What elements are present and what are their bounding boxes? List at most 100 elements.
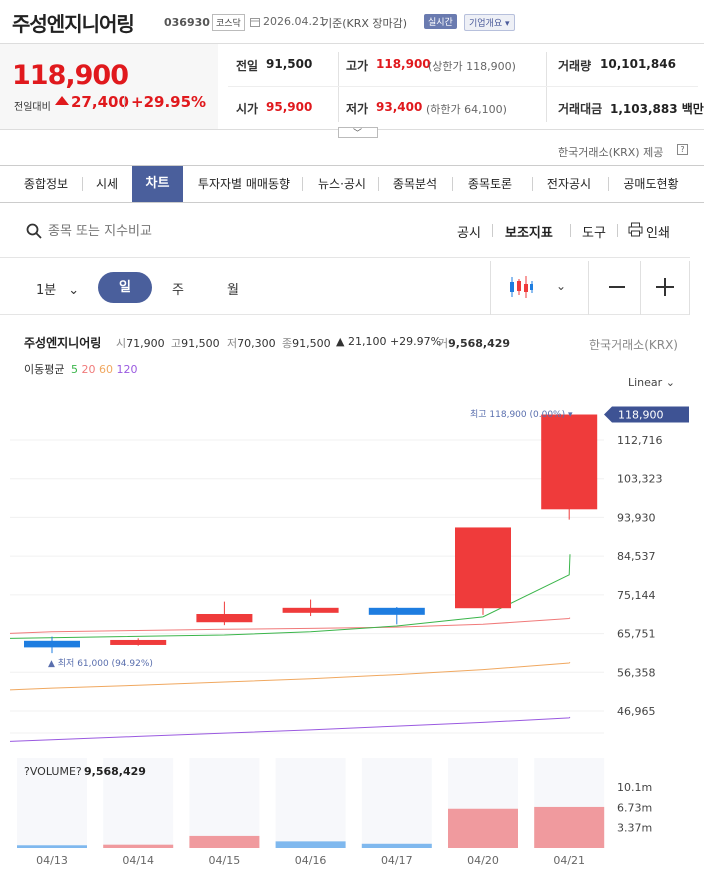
high-key: 고 xyxy=(171,337,182,350)
tab-analysis[interactable]: 종목분석 xyxy=(380,166,450,202)
amount-label: 거래대금 xyxy=(558,102,603,116)
price-chart[interactable]: 112,716 103,323 93,930 84,537 75,144 65,751 56… xyxy=(0,395,704,872)
tab-quotes[interactable]: 시세 xyxy=(84,166,130,202)
candle-body xyxy=(24,640,80,648)
chevron-down-icon: ﹀ xyxy=(353,129,363,139)
max-price-label: 최고 118,900 (0.00%) ▾ xyxy=(470,409,573,420)
tools-button[interactable]: 도구 xyxy=(582,222,606,241)
high-value: 118,900 xyxy=(376,57,431,71)
candle-body xyxy=(368,607,425,615)
divider xyxy=(546,52,547,122)
candle-body xyxy=(455,527,511,609)
interval-select[interactable]: 1분 ⌄ xyxy=(36,279,79,298)
min-price-label: ▲ 최저 61,000 (94.92%) xyxy=(48,658,153,669)
scale-select[interactable]: Linear ⌄ xyxy=(628,376,675,389)
divider xyxy=(124,96,125,109)
x-tick-label: 04/17 xyxy=(381,854,413,867)
market-badge: 코스닥 xyxy=(212,14,245,31)
divider xyxy=(82,177,83,191)
period-month[interactable]: 월 xyxy=(227,279,239,298)
open-value: 95,900 xyxy=(266,100,313,114)
candle-body xyxy=(196,613,253,623)
chevron-down-icon[interactable]: ⌄ xyxy=(556,279,566,293)
disclosure-button[interactable]: 공시 xyxy=(457,222,481,241)
chart-high: 91,500 xyxy=(181,337,220,350)
tab-investor-trend[interactable]: 투자자별 매매동향 xyxy=(188,166,300,202)
x-tick-label: 04/13 xyxy=(36,854,68,867)
y-tick-label: 56,358 xyxy=(617,666,656,679)
divider xyxy=(588,261,589,315)
volume-key: 거 xyxy=(438,337,449,350)
stock-name: 주성엔지니어링 xyxy=(12,12,135,36)
live-badge[interactable]: 실시간 xyxy=(424,14,457,29)
divider xyxy=(640,261,641,315)
x-tick-label: 04/16 xyxy=(295,854,327,867)
candle-body xyxy=(541,414,598,510)
x-tick-label: 04/14 xyxy=(122,854,154,867)
chart-low: 70,300 xyxy=(237,337,276,350)
divider xyxy=(617,224,618,237)
divider xyxy=(532,177,533,191)
y-tick-label: 84,537 xyxy=(617,550,656,563)
last-price-value: 118,900 xyxy=(618,409,664,422)
caret-down-icon: ▾ xyxy=(505,19,510,29)
ma-legend: 이동평균 5 20 60 120 xyxy=(24,361,137,377)
help-icon[interactable]: ? xyxy=(677,144,688,155)
y-tick-label: 112,716 xyxy=(617,434,663,447)
base-date: 2026.04.21 xyxy=(263,15,326,28)
ma-legend-title: 이동평균 xyxy=(24,363,65,376)
change-value: 27,400 xyxy=(71,93,129,111)
period-week[interactable]: 주 xyxy=(172,279,184,298)
volume-label: ?VOLUME? xyxy=(24,765,82,778)
volume-value: 10,101,846 xyxy=(600,57,676,71)
tab-news[interactable]: 뉴스·공시 xyxy=(306,166,378,202)
open-key: 시 xyxy=(116,337,127,350)
chart-change: ▲ 21,100 +29.97% xyxy=(336,335,442,348)
volume-tick-label: 3.37m xyxy=(617,822,652,835)
divider xyxy=(338,52,339,122)
candle-body xyxy=(110,639,167,645)
company-overview-button[interactable]: 기업개요 ▾ xyxy=(464,14,515,31)
low-value: 93,400 xyxy=(376,100,423,114)
volume-tick-label: 10.1m xyxy=(617,781,652,794)
tab-discussion[interactable]: 종목토론 xyxy=(456,166,524,202)
low-label: 저가 xyxy=(346,102,369,116)
chevron-down-icon: ⌄ xyxy=(665,376,675,389)
printer-icon xyxy=(628,222,643,237)
zoom-out-icon[interactable] xyxy=(609,286,625,288)
lower-limit: (하한가 64,100) xyxy=(426,103,507,116)
tab-summary[interactable]: 종합정보 xyxy=(12,166,80,202)
amount-value: 1,103,883 백만 xyxy=(610,102,704,116)
low-key: 저 xyxy=(227,337,238,350)
tab-disclosure[interactable]: 전자공시 xyxy=(534,166,604,202)
y-tick-label: 103,323 xyxy=(617,473,663,486)
change-label: 전일대비 xyxy=(14,102,51,113)
print-label: 인쇄 xyxy=(646,226,670,241)
chart-stock-name: 주성엔지니어링 xyxy=(24,336,102,350)
divider xyxy=(570,224,571,237)
volume-bg xyxy=(189,758,260,848)
y-tick-label: 93,930 xyxy=(617,511,656,524)
volume-bar xyxy=(361,843,432,848)
chevron-down-icon: ⌄ xyxy=(68,283,80,298)
ma120-line xyxy=(9,716,571,742)
x-tick-label: 04/20 xyxy=(467,854,499,867)
upper-limit: (상한가 118,900) xyxy=(428,60,516,73)
ma20-line xyxy=(9,617,571,634)
period-day[interactable]: 일 xyxy=(98,272,152,303)
volume-label: 거래량 xyxy=(558,59,592,73)
volume-value: 9,568,429 xyxy=(84,765,146,778)
tab-short-selling[interactable]: 공매도현황 xyxy=(612,166,690,202)
chart-volume: 9,568,429 xyxy=(448,337,511,350)
ma20-legend: 20 xyxy=(81,363,96,376)
divider xyxy=(378,177,379,191)
current-price: 118,900 xyxy=(12,60,129,91)
compare-search-input[interactable] xyxy=(48,221,248,241)
indicator-button[interactable]: 보조지표 xyxy=(505,222,553,241)
ma60-legend: 60 xyxy=(98,363,113,376)
interval-value: 1분 xyxy=(36,283,57,298)
candle-type-icon[interactable] xyxy=(508,275,534,299)
volume-bar xyxy=(103,844,174,848)
divider xyxy=(608,177,609,191)
tab-chart[interactable]: 차트 xyxy=(132,166,183,202)
